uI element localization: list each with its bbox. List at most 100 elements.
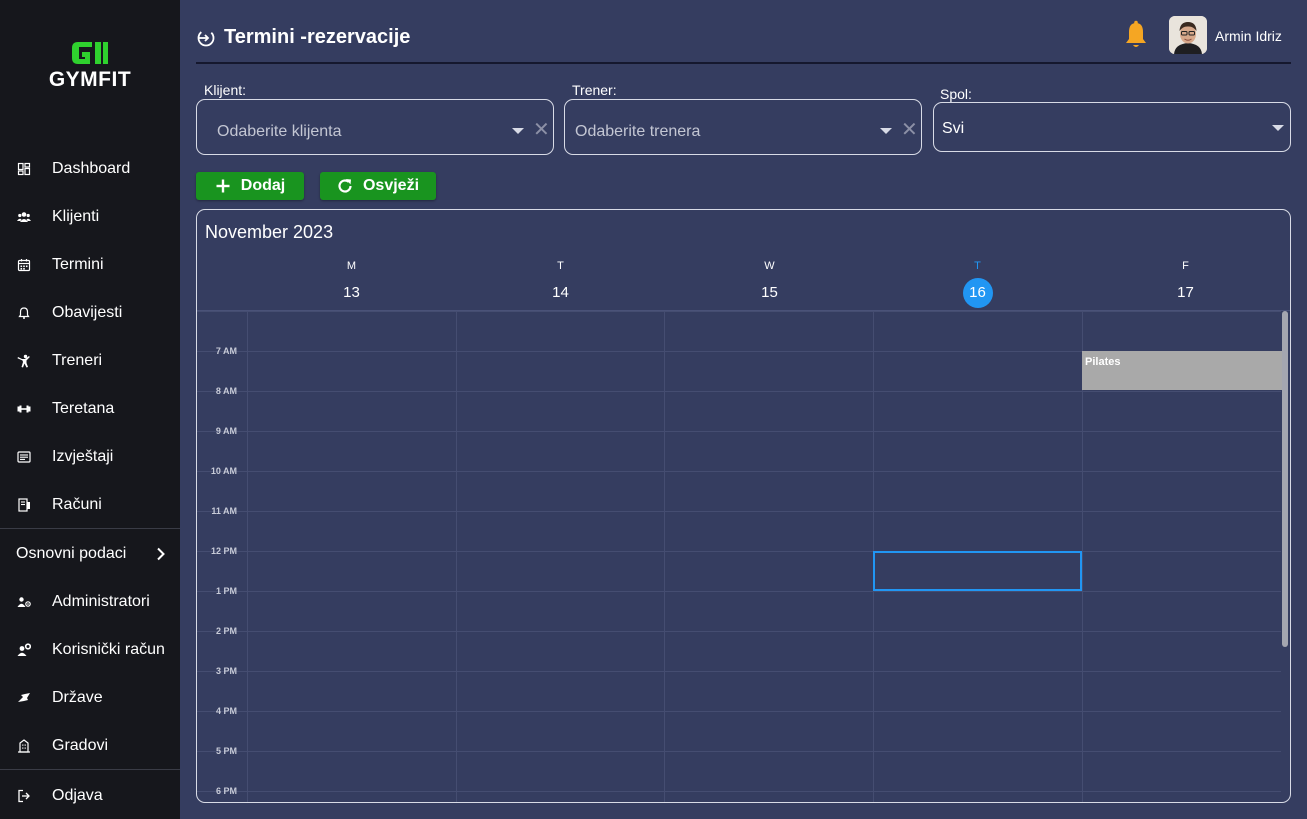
flag-icon xyxy=(0,691,52,705)
clear-icon[interactable]: ✕ xyxy=(533,120,550,140)
bell-icon xyxy=(0,306,52,320)
calendar-icon xyxy=(0,258,52,272)
sidebar-item-label: Računi xyxy=(52,496,102,513)
sidebar-item-teretana[interactable]: Teretana xyxy=(0,389,180,429)
day-number: 14 xyxy=(552,284,569,301)
gender-value: Svi xyxy=(942,120,965,137)
sidebar-item-korisnicki-racun[interactable]: Korisnički račun xyxy=(0,630,180,670)
trainer-label: Trener: xyxy=(572,82,617,98)
grid-hour-line xyxy=(197,311,1281,312)
time-label: 1 PM xyxy=(215,586,237,596)
header-divider xyxy=(196,62,1291,64)
add-button[interactable]: Dodaj xyxy=(196,172,304,200)
users-icon xyxy=(0,210,52,224)
admins-icon xyxy=(0,595,52,609)
sidebar-item-label: Klijenti xyxy=(52,208,100,225)
refresh-button-label: Osvježi xyxy=(362,177,420,194)
client-select[interactable]: Odaberite klijenta ✕ xyxy=(196,99,554,155)
time-label: 8 AM xyxy=(215,386,237,396)
day-header-wed[interactable]: W 15 xyxy=(665,260,874,308)
grid-hour-line xyxy=(197,711,1281,712)
sidebar-item-racuni[interactable]: Računi xyxy=(0,485,180,525)
gender-select[interactable]: Svi xyxy=(933,102,1291,152)
sidebar-item-klijenti[interactable]: Klijenti xyxy=(0,197,180,237)
notification-bell-icon[interactable] xyxy=(1124,20,1148,50)
trainer-select[interactable]: Odaberite trenera ✕ xyxy=(564,99,922,155)
day-letter: T xyxy=(557,260,564,272)
calendar-scrollbar-thumb[interactable] xyxy=(1282,311,1288,647)
caret-down-icon xyxy=(1272,125,1284,131)
day-letter: M xyxy=(346,260,357,272)
day-number: 17 xyxy=(1177,284,1194,301)
avatar-image xyxy=(1169,16,1207,54)
grid-day-line xyxy=(247,311,248,802)
user-settings-icon xyxy=(0,643,52,657)
sidebar: GYMFIT Dashboard Klijenti Termini Obavij… xyxy=(0,0,180,819)
logout-icon xyxy=(0,789,52,803)
day-header-thu-today[interactable]: T 16 xyxy=(873,260,1082,308)
refresh-button[interactable]: Osvježi xyxy=(320,172,436,200)
grid-hour-line xyxy=(197,671,1281,672)
time-label: 5 PM xyxy=(215,746,237,756)
refresh-icon xyxy=(338,179,352,193)
grid-hour-line xyxy=(197,471,1281,472)
sidebar-item-administratori[interactable]: Administratori xyxy=(0,582,180,622)
clear-icon[interactable]: ✕ xyxy=(901,120,918,140)
day-header-fri[interactable]: F 17 xyxy=(1081,260,1290,308)
sidebar-item-gradovi[interactable]: Gradovi xyxy=(0,726,180,766)
calendar-time-grid[interactable]: 7 AM 8 AM 9 AM 10 AM 11 AM 12 PM 1 PM 2 PM 3 PM 4… xyxy=(197,311,1290,802)
sidebar-item-label: Teretana xyxy=(52,400,115,417)
sidebar-item-label: Administratori xyxy=(52,593,150,610)
gender-label: Spol: xyxy=(940,86,972,102)
sidebar-item-treneri[interactable]: Treneri xyxy=(0,341,180,381)
grid-day-line xyxy=(456,311,457,802)
sidebar-item-termini[interactable]: Termini xyxy=(0,245,180,285)
grid-hour-line xyxy=(197,511,1281,512)
grid-hour-line xyxy=(197,791,1281,792)
sidebar-divider xyxy=(0,769,180,770)
login-icon xyxy=(197,29,215,46)
grid-hour-line xyxy=(197,751,1281,752)
sidebar-item-label: Izvještaji xyxy=(52,448,114,465)
dumbbell-icon xyxy=(0,402,52,416)
calendar: November 2023 M 13 T 14 W 15 T 16 F 17 7… xyxy=(196,209,1291,803)
time-label: 10 AM xyxy=(210,466,237,476)
sidebar-section-osnovni-podaci[interactable]: Osnovni podaci xyxy=(16,542,166,566)
time-label: 6 PM xyxy=(215,786,237,796)
report-icon xyxy=(0,450,52,464)
grid-hour-line xyxy=(197,591,1281,592)
time-label: 11 AM xyxy=(211,506,237,516)
page-title: Termini -rezervacije xyxy=(196,26,410,49)
sidebar-item-dashboard[interactable]: Dashboard xyxy=(0,149,180,189)
sidebar-item-label: Obavijesti xyxy=(52,304,123,321)
sidebar-item-label: Treneri xyxy=(52,352,103,369)
page-title-text: Termini -rezervacije xyxy=(224,26,411,48)
user-name[interactable]: Armin Idriz xyxy=(1215,28,1282,44)
sidebar-item-obavijesti[interactable]: Obavijesti xyxy=(0,293,180,333)
calendar-month-title: November 2023 xyxy=(205,222,334,242)
selected-time-slot[interactable] xyxy=(873,551,1082,591)
grid-day-line xyxy=(664,311,665,802)
day-letter: F xyxy=(1182,260,1189,272)
grid-hour-line xyxy=(197,391,1281,392)
city-icon xyxy=(0,739,52,753)
calendar-scrollbar[interactable] xyxy=(1280,311,1290,802)
avatar[interactable] xyxy=(1169,16,1207,54)
gymfit-logo[interactable]: GYMFIT xyxy=(0,40,180,92)
day-number-today: 16 xyxy=(962,278,993,308)
caret-down-icon xyxy=(880,128,892,134)
sidebar-item-drzave[interactable]: Države xyxy=(0,678,180,718)
sidebar-item-izvjestaji[interactable]: Izvještaji xyxy=(0,437,180,477)
grid-hour-line xyxy=(197,431,1281,432)
sidebar-item-label: Odjava xyxy=(52,787,103,804)
plus-icon xyxy=(216,179,230,193)
day-header-tue[interactable]: T 14 xyxy=(456,260,665,308)
sidebar-item-label: Termini xyxy=(52,256,104,273)
sidebar-item-label: Dashboard xyxy=(52,160,131,177)
calendar-event[interactable]: Pilates xyxy=(1082,351,1285,390)
grid-hour-line xyxy=(197,551,1281,552)
sidebar-item-odjava[interactable]: Odjava xyxy=(0,776,180,816)
calendar-event-title: Pilates xyxy=(1085,356,1121,368)
day-header-mon[interactable]: M 13 xyxy=(247,260,456,308)
section-label: Osnovni podaci xyxy=(16,545,127,562)
